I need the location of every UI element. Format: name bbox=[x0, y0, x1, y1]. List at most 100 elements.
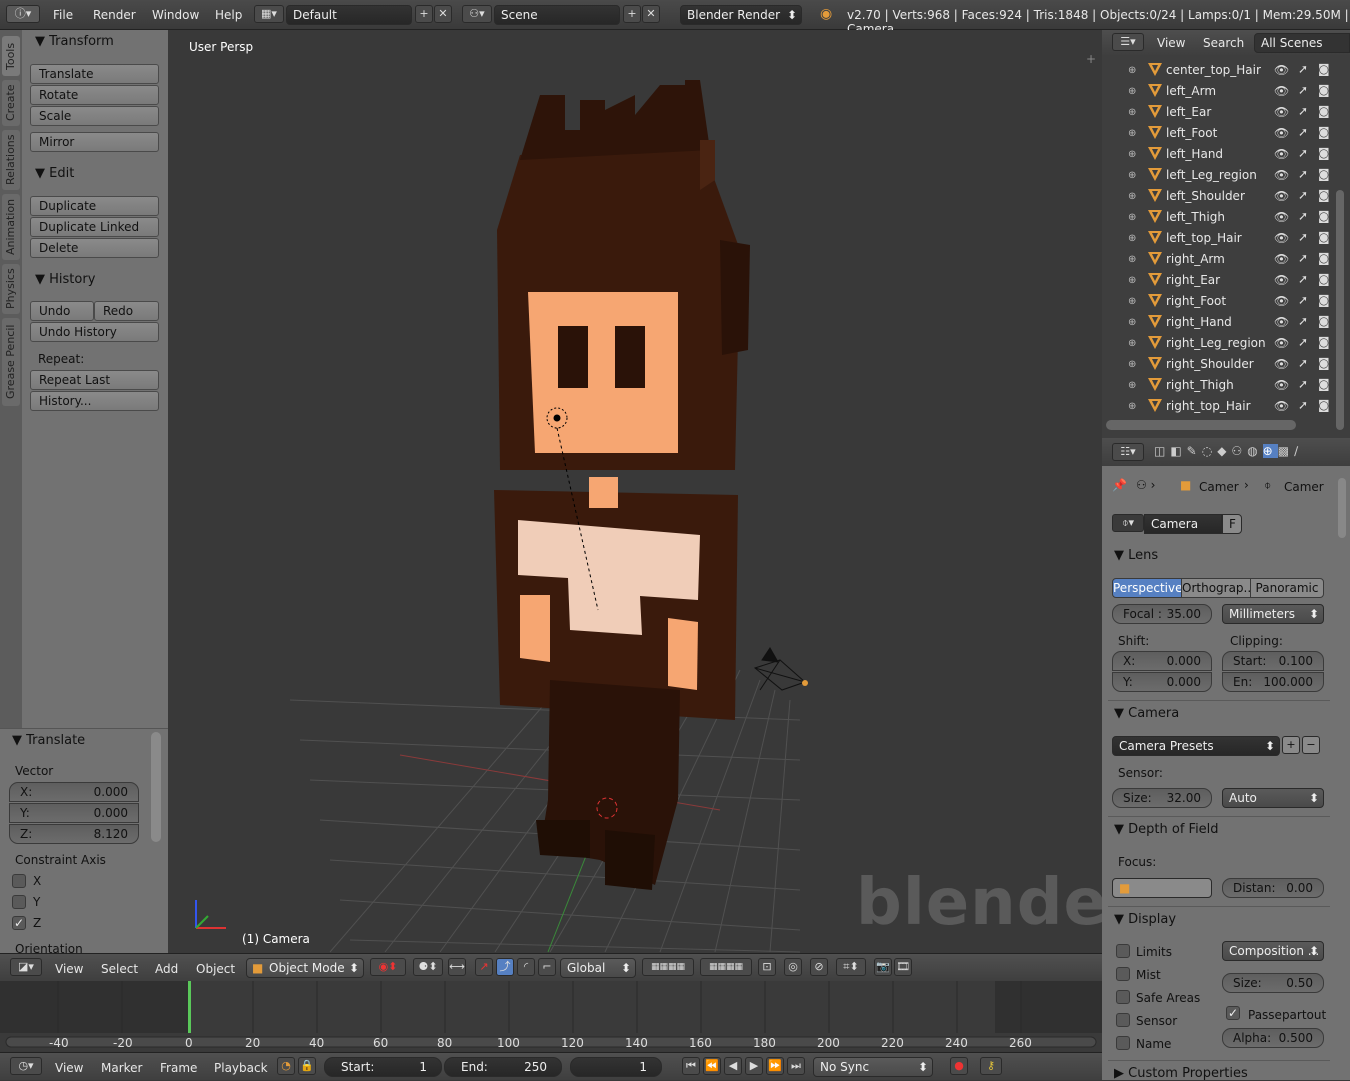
sensor-size-field[interactable]: Size: 32.00 bbox=[1112, 788, 1212, 808]
expand-icon[interactable]: ⊕ bbox=[1128, 401, 1136, 412]
outliner-item-name[interactable]: center_top_Hair bbox=[1166, 63, 1261, 77]
display-size-field[interactable]: Size: 0.50 bbox=[1222, 973, 1324, 993]
tl-menu-frame[interactable]: Frame bbox=[160, 1061, 197, 1075]
edit-panel-header[interactable]: ▼ Edit bbox=[35, 166, 74, 181]
outliner-row[interactable]: ⊕ right_Leg_region 👁 ➚ ◙ bbox=[1102, 333, 1350, 354]
expand-icon[interactable]: ⊕ bbox=[1128, 86, 1136, 97]
outliner-row[interactable]: ⊕ center_top_Hair 👁 ➚ ◙ bbox=[1102, 60, 1350, 81]
lens-unit-select[interactable]: Millimeters ⬍ bbox=[1222, 604, 1324, 624]
renderable-camera-icon[interactable]: ◙ bbox=[1318, 398, 1330, 412]
outliner-row[interactable]: ⊕ right_Thigh 👁 ➚ ◙ bbox=[1102, 375, 1350, 396]
clip-end-field[interactable]: En: 100.000 bbox=[1222, 672, 1324, 692]
delete-button[interactable]: Delete bbox=[30, 238, 159, 258]
tab-animation[interactable]: Animation bbox=[2, 194, 20, 260]
outliner-row[interactable]: ⊕ right_Hand 👁 ➚ ◙ bbox=[1102, 312, 1350, 333]
remove-preset-icon[interactable]: − bbox=[1302, 736, 1320, 754]
visibility-eye-icon[interactable]: 👁 bbox=[1274, 63, 1289, 77]
tl-menu-marker[interactable]: Marker bbox=[101, 1061, 142, 1075]
redo-button[interactable]: Redo bbox=[94, 301, 159, 321]
outliner-item-name[interactable]: right_Ear bbox=[1166, 273, 1220, 287]
menu-file[interactable]: File bbox=[53, 8, 73, 22]
properties-editor-icon[interactable]: ☷▾ bbox=[1112, 443, 1144, 461]
renderable-camera-icon[interactable]: ◙ bbox=[1318, 209, 1330, 223]
tab-tools[interactable]: Tools bbox=[2, 36, 20, 76]
renderable-camera-icon[interactable]: ◙ bbox=[1318, 230, 1330, 244]
menu-window[interactable]: Window bbox=[152, 8, 199, 22]
focal-length-field[interactable]: Focal : 35.00 bbox=[1112, 604, 1212, 624]
outliner-item-name[interactable]: left_Foot bbox=[1166, 126, 1217, 140]
focus-object-field[interactable]: ■ bbox=[1112, 878, 1212, 898]
outliner-item-name[interactable]: left_Shoulder bbox=[1166, 189, 1245, 203]
renderable-camera-icon[interactable]: ◙ bbox=[1318, 188, 1330, 202]
duplicate-linked-button[interactable]: Duplicate Linked bbox=[30, 217, 159, 237]
expand-icon[interactable]: ⊕ bbox=[1128, 170, 1136, 181]
vector-z-field[interactable]: Z: 8.120 bbox=[9, 824, 139, 844]
visibility-eye-icon[interactable]: 👁 bbox=[1274, 357, 1289, 371]
camera-datablock-icon[interactable]: ⌽▾ bbox=[1112, 514, 1144, 532]
outliner-item-name[interactable]: right_Thigh bbox=[1166, 378, 1234, 392]
render-still-icon[interactable]: 📷 bbox=[874, 958, 892, 976]
shift-x-field[interactable]: X: 0.000 bbox=[1112, 651, 1212, 671]
tab-physics[interactable]: Physics bbox=[2, 264, 20, 314]
play-reverse-icon[interactable]: ◀ bbox=[724, 1057, 742, 1075]
expand-icon[interactable]: ⊕ bbox=[1128, 212, 1136, 223]
undo-button[interactable]: Undo bbox=[30, 301, 94, 321]
outliner-row[interactable]: ⊕ left_Hand 👁 ➚ ◙ bbox=[1102, 144, 1350, 165]
selectable-cursor-icon[interactable]: ➚ bbox=[1298, 146, 1308, 160]
history-button[interactable]: History... bbox=[30, 391, 159, 411]
lens-panel-header[interactable]: ▼ Lens bbox=[1114, 548, 1158, 563]
expand-icon[interactable]: ⊕ bbox=[1128, 317, 1136, 328]
renderable-camera-icon[interactable]: ◙ bbox=[1318, 146, 1330, 160]
tl-menu-playback[interactable]: Playback bbox=[214, 1061, 268, 1075]
safe-areas-checkbox[interactable] bbox=[1116, 990, 1130, 1004]
play-icon[interactable]: ▶ bbox=[745, 1057, 763, 1075]
translate-button[interactable]: Translate bbox=[30, 64, 159, 84]
vp-menu-select[interactable]: Select bbox=[101, 962, 138, 976]
outliner-menu-search[interactable]: Search bbox=[1203, 36, 1244, 50]
outliner-scrollbar-h[interactable] bbox=[1106, 420, 1296, 430]
camera-panel-header[interactable]: ▼ Camera bbox=[1114, 706, 1179, 721]
timeline-area[interactable] bbox=[0, 981, 1102, 1051]
preview-range-icon[interactable]: ◔ bbox=[277, 1057, 295, 1075]
info-editor-icon[interactable]: ⓘ▾ bbox=[6, 5, 40, 23]
selectable-cursor-icon[interactable]: ➚ bbox=[1298, 125, 1308, 139]
screen-layout-icon[interactable]: ▦▾ bbox=[254, 5, 284, 23]
expand-icon[interactable]: ⊕ bbox=[1128, 128, 1136, 139]
outliner-row[interactable]: ⊕ left_top_Hair 👁 ➚ ◙ bbox=[1102, 228, 1350, 249]
visibility-eye-icon[interactable]: 👁 bbox=[1274, 336, 1289, 350]
menu-help[interactable]: Help bbox=[215, 8, 242, 22]
current-frame-field[interactable]: 1 bbox=[570, 1057, 662, 1077]
properties-scrollbar[interactable] bbox=[1338, 478, 1346, 538]
mode-select[interactable]: ■ Object Mode ⬍ bbox=[246, 958, 364, 978]
selectable-cursor-icon[interactable]: ➚ bbox=[1298, 104, 1308, 118]
vp-menu-add[interactable]: Add bbox=[155, 962, 178, 976]
vp-menu-object[interactable]: Object bbox=[196, 962, 235, 976]
outliner-item-name[interactable]: left_Leg_region bbox=[1166, 168, 1257, 182]
orientation-select[interactable]: Global ⬍ bbox=[560, 958, 636, 978]
lens-perspective-button[interactable]: Perspective bbox=[1112, 578, 1183, 598]
renderable-camera-icon[interactable]: ◙ bbox=[1318, 272, 1330, 286]
outliner-item-name[interactable]: right_Foot bbox=[1166, 294, 1226, 308]
visibility-eye-icon[interactable]: 👁 bbox=[1274, 126, 1289, 140]
visibility-eye-icon[interactable]: 👁 bbox=[1274, 84, 1289, 98]
rotate-manipulator-icon[interactable]: ⤴ bbox=[496, 958, 514, 976]
visibility-eye-icon[interactable]: 👁 bbox=[1274, 189, 1289, 203]
selectable-cursor-icon[interactable]: ➚ bbox=[1298, 83, 1308, 97]
mist-checkbox[interactable] bbox=[1116, 967, 1130, 981]
mirror-button[interactable]: Mirror bbox=[30, 132, 159, 152]
selectable-cursor-icon[interactable]: ➚ bbox=[1298, 377, 1308, 391]
outliner-item-name[interactable]: right_Arm bbox=[1166, 252, 1225, 266]
selectable-cursor-icon[interactable]: ➚ bbox=[1298, 251, 1308, 265]
camera-presets-select[interactable]: Camera Presets ⬍ bbox=[1112, 736, 1280, 756]
transform-orientation-icon[interactable]: ⌐ bbox=[538, 958, 556, 976]
outliner-item-name[interactable]: right_Hand bbox=[1166, 315, 1232, 329]
renderable-camera-icon[interactable]: ◙ bbox=[1318, 335, 1330, 349]
selectable-cursor-icon[interactable]: ➚ bbox=[1298, 293, 1308, 307]
expand-icon[interactable]: ⊕ bbox=[1128, 149, 1136, 160]
rotate-button[interactable]: Rotate bbox=[30, 85, 159, 105]
passepartout-alpha-field[interactable]: Alpha: 0.500 bbox=[1222, 1028, 1324, 1048]
prev-keyframe-icon[interactable]: ⏪ bbox=[703, 1057, 721, 1075]
selectable-cursor-icon[interactable]: ➚ bbox=[1298, 272, 1308, 286]
renderable-camera-icon[interactable]: ◙ bbox=[1318, 167, 1330, 181]
passepartout-checkbox[interactable]: ✓ bbox=[1226, 1006, 1240, 1020]
